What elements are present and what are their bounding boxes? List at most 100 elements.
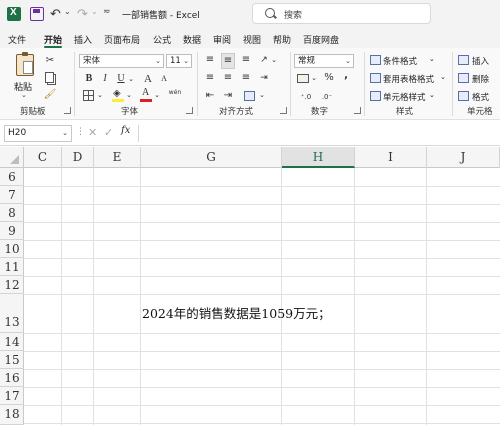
- column-header-j[interactable]: J: [427, 147, 500, 168]
- column-headers: C D E G H I J: [0, 147, 500, 168]
- orientation-dropdown-icon[interactable]: ⌄: [270, 53, 278, 67]
- shrink-font-button[interactable]: A: [158, 72, 170, 86]
- ribbon-separator: [74, 52, 75, 116]
- tab-help[interactable]: 帮助: [273, 33, 291, 46]
- tab-data[interactable]: 数据: [183, 33, 201, 46]
- customize-quick-access-icon[interactable]: ≂: [103, 7, 117, 21]
- phonetic-guide-button[interactable]: wén: [166, 86, 184, 100]
- row-header-18[interactable]: 18: [0, 405, 24, 425]
- undo-icon[interactable]: ↶: [50, 7, 64, 22]
- row-header-17[interactable]: 17: [0, 387, 24, 405]
- align-middle-icon[interactable]: ≡: [221, 53, 235, 69]
- copy-icon[interactable]: [45, 72, 54, 83]
- decrease-indent-icon[interactable]: ⇤: [203, 89, 217, 103]
- row-header-16[interactable]: 16: [0, 369, 24, 387]
- row-header-6[interactable]: 6: [0, 168, 24, 186]
- wrap-text-icon[interactable]: ⇥: [257, 71, 271, 85]
- tab-home[interactable]: 开始: [44, 33, 62, 46]
- tab-formulas[interactable]: 公式: [153, 33, 171, 46]
- borders-icon[interactable]: [83, 90, 94, 101]
- undo-dropdown-icon[interactable]: ⌄: [64, 7, 78, 21]
- tab-insert[interactable]: 插入: [74, 33, 92, 46]
- currency-dropdown-icon[interactable]: ⌄: [310, 71, 318, 85]
- row-header-14[interactable]: 14: [0, 333, 24, 351]
- select-all-corner[interactable]: [0, 147, 24, 168]
- align-center-icon[interactable]: ≡: [221, 71, 235, 85]
- increase-decimal-icon[interactable]: ⁺.0: [297, 90, 315, 104]
- grow-font-button[interactable]: A: [142, 72, 154, 86]
- enter-icon[interactable]: ✓: [104, 126, 113, 139]
- column-header-g[interactable]: G: [141, 147, 282, 168]
- tab-view[interactable]: 视图: [243, 33, 261, 46]
- font-color-dropdown-icon[interactable]: ⌄: [153, 88, 161, 102]
- row-header-13[interactable]: 13: [0, 294, 24, 333]
- delete-cells-button[interactable]: 删除: [456, 72, 500, 86]
- row-header-9[interactable]: 9: [0, 222, 24, 240]
- insert-cells-button[interactable]: 插入: [456, 54, 500, 68]
- tab-file[interactable]: 文件: [8, 33, 26, 46]
- formula-input[interactable]: [140, 125, 496, 142]
- fill-color-dropdown-icon[interactable]: ⌄: [125, 88, 133, 102]
- decrease-decimal-icon[interactable]: .0⁻: [318, 90, 336, 104]
- cell-styles-button[interactable]: 单元格样式 ⌄: [368, 90, 446, 104]
- paste-dropdown-icon[interactable]: ⌄: [21, 91, 27, 99]
- tab-page-layout[interactable]: 页面布局: [104, 33, 140, 46]
- number-format-value: 常规: [298, 56, 316, 66]
- conditional-format-button[interactable]: 条件格式 ⌄: [368, 54, 446, 68]
- column-header-d[interactable]: D: [62, 147, 94, 168]
- fill-color-icon[interactable]: ◈: [112, 88, 124, 102]
- underline-dropdown-icon[interactable]: ⌄: [127, 72, 135, 86]
- clipboard-launcher-icon[interactable]: [64, 107, 71, 114]
- alignment-launcher-icon[interactable]: [280, 107, 287, 114]
- column-header-c[interactable]: C: [24, 147, 62, 168]
- row-header-7[interactable]: 7: [0, 186, 24, 204]
- bold-button[interactable]: B: [83, 72, 95, 86]
- worksheet-grid[interactable]: C D E G H I J 6 7 8 9 10 11 12 13 14 15 …: [0, 147, 500, 425]
- merge-center-icon[interactable]: [244, 91, 255, 101]
- more-options-icon[interactable]: ⋮: [76, 127, 85, 137]
- format-painter-icon[interactable]: 🖌: [43, 88, 57, 102]
- row-header-10[interactable]: 10: [0, 240, 24, 258]
- font-size-select[interactable]: 11 ⌄: [166, 54, 192, 68]
- insert-function-icon[interactable]: fx: [121, 125, 130, 136]
- align-top-icon[interactable]: ≡: [203, 53, 217, 67]
- number-launcher-icon[interactable]: [354, 107, 361, 114]
- name-box[interactable]: H20 ⌄: [4, 125, 72, 142]
- align-left-icon[interactable]: ≡: [203, 71, 217, 85]
- row-header-12[interactable]: 12: [0, 276, 24, 294]
- column-header-h[interactable]: H: [282, 147, 355, 168]
- increase-indent-icon[interactable]: ⇥: [221, 89, 235, 103]
- cancel-icon[interactable]: ✕: [88, 126, 97, 139]
- orientation-icon[interactable]: ↗: [257, 53, 271, 67]
- table-format-label: 套用表格格式: [383, 75, 435, 85]
- column-header-i[interactable]: I: [355, 147, 427, 168]
- format-cells-button[interactable]: 格式: [456, 90, 500, 104]
- align-bottom-icon[interactable]: ≡: [239, 53, 253, 67]
- currency-icon[interactable]: [297, 74, 309, 83]
- comma-style-button[interactable]: ,: [340, 69, 352, 83]
- column-header-e[interactable]: E: [94, 147, 141, 168]
- font-color-icon[interactable]: A: [140, 87, 152, 102]
- row-header-11[interactable]: 11: [0, 258, 24, 276]
- tab-review[interactable]: 审阅: [213, 33, 231, 46]
- merge-dropdown-icon[interactable]: ⌄: [258, 88, 266, 102]
- paste-button[interactable]: 粘贴 ⌄: [12, 52, 38, 99]
- gridline: [24, 222, 500, 223]
- borders-dropdown-icon[interactable]: ⌄: [96, 88, 104, 102]
- cut-icon[interactable]: ✂: [43, 54, 57, 68]
- tab-baidu-netdisk[interactable]: 百度网盘: [303, 33, 339, 46]
- table-format-button[interactable]: 套用表格格式 ⌄: [368, 72, 446, 86]
- row-header-15[interactable]: 15: [0, 351, 24, 369]
- row-header-8[interactable]: 8: [0, 204, 24, 222]
- underline-button[interactable]: U: [115, 72, 127, 86]
- search-box[interactable]: 搜索: [252, 3, 431, 24]
- font-name-select[interactable]: 宋体 ⌄: [79, 54, 164, 68]
- italic-button[interactable]: I: [99, 72, 111, 86]
- font-launcher-icon[interactable]: [186, 107, 193, 114]
- redo-icon[interactable]: ↷: [77, 7, 91, 22]
- cell-g13[interactable]: 2024年的销售数据是1059万元；: [142, 303, 331, 322]
- save-icon[interactable]: [30, 7, 44, 21]
- align-right-icon[interactable]: ≡: [239, 71, 253, 85]
- percent-button[interactable]: %: [322, 71, 336, 85]
- number-format-select[interactable]: 常规 ⌄: [294, 54, 354, 68]
